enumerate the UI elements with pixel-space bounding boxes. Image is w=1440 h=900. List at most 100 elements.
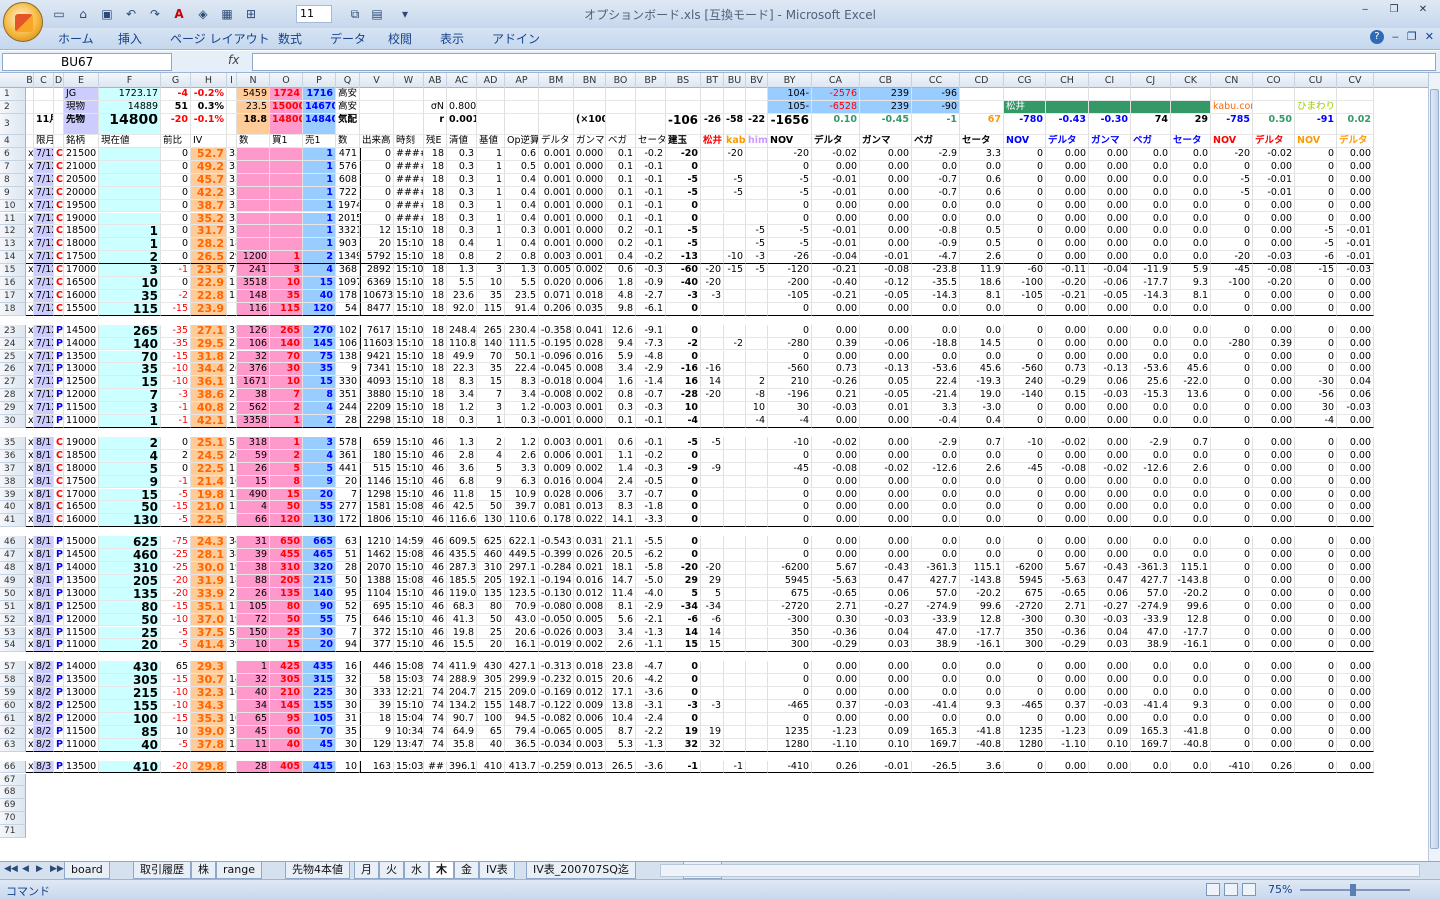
cell[interactable]: 0	[1295, 337, 1337, 351]
cell[interactable]: 0	[666, 536, 701, 550]
cell[interactable]: 0.006	[574, 712, 606, 726]
cell[interactable]: -0.26	[812, 376, 860, 390]
cell[interactable]	[960, 101, 1004, 114]
last-sheet-icon[interactable]: ▶▶	[50, 864, 64, 874]
cell[interactable]: 74	[424, 712, 447, 726]
cell[interactable]: -0.43	[1046, 114, 1089, 135]
fill-color-icon[interactable]: ◈	[192, 4, 214, 24]
cell[interactable]: 5	[701, 587, 724, 601]
cell[interactable]: 5.5	[505, 277, 539, 290]
cell[interactable]: 15:10	[394, 514, 424, 528]
cell[interactable]: -26	[701, 114, 724, 135]
cell[interactable]: 0	[666, 687, 701, 700]
column-header[interactable]: AP	[505, 73, 539, 88]
cell[interactable]: 0	[768, 536, 812, 550]
cell[interactable]: 0	[1295, 600, 1337, 614]
cell[interactable]: -6.2	[636, 549, 666, 562]
cell[interactable]: -0.003	[539, 402, 574, 415]
cell[interactable]: 39	[360, 700, 394, 713]
cell[interactable]: -1.23	[812, 725, 860, 739]
cell[interactable]: 18	[424, 160, 447, 174]
cell[interactable]: 0.00	[860, 661, 912, 675]
cell[interactable]: -0.02	[1046, 436, 1089, 450]
horizontal-scrollbar[interactable]	[660, 864, 1420, 877]
cell[interactable]: -280	[1211, 337, 1253, 351]
cell[interactable]	[746, 302, 768, 316]
cell[interactable]: 15:10	[394, 402, 424, 415]
cell[interactable]: 449.5	[505, 549, 539, 562]
cell[interactable]: 0.10	[860, 738, 912, 752]
row-header[interactable]: 61	[0, 712, 26, 726]
cell[interactable]: 15:10	[394, 238, 424, 252]
cell[interactable]: 0.0	[960, 549, 1004, 562]
cell[interactable]: 9.3	[1171, 700, 1211, 713]
cell[interactable]	[746, 186, 768, 200]
tab-page-layout[interactable]: ページ レイアウト	[170, 30, 270, 47]
cell[interactable]: x	[26, 514, 34, 528]
cell[interactable]: -15	[724, 264, 746, 277]
cell[interactable]: 0	[1211, 415, 1253, 428]
row-header[interactable]: 7	[0, 160, 26, 174]
cell[interactable]: デルタ	[812, 135, 860, 148]
cell[interactable]: 0	[1295, 626, 1337, 640]
cell[interactable]: x	[26, 562, 34, 575]
cell[interactable]: 1	[477, 160, 505, 174]
cell[interactable]	[724, 639, 746, 653]
cell[interactable]: -20	[1211, 251, 1253, 265]
cell[interactable]: デルタ	[1046, 135, 1089, 148]
cell[interactable]: 70	[303, 725, 336, 739]
cell[interactable]: 0.00	[1089, 350, 1131, 364]
cell[interactable]: 0.00	[860, 712, 912, 726]
cell[interactable]: 時刻	[394, 135, 424, 148]
cell[interactable]: 50	[99, 501, 161, 515]
cell[interactable]: -0.3	[636, 462, 666, 476]
cell[interactable]: 9	[477, 475, 505, 489]
cell[interactable]: 8/1	[34, 449, 54, 463]
cell[interactable]: P	[54, 415, 64, 428]
row-header[interactable]: 8	[0, 173, 26, 187]
column-header[interactable]: CB	[860, 73, 912, 88]
cell[interactable]: 1	[99, 238, 161, 252]
cell[interactable]	[237, 212, 270, 226]
cell[interactable]: 0.26	[1253, 760, 1295, 774]
cell[interactable]: 10	[477, 277, 505, 290]
cell[interactable]: -0.050	[539, 613, 574, 627]
cell[interactable]: -100	[1004, 277, 1046, 290]
cell[interactable]: -0.11	[1046, 264, 1089, 277]
cell[interactable]: 0.0	[1171, 148, 1211, 161]
cell[interactable]: -0.21	[1046, 289, 1089, 303]
cell[interactable]: 0.0	[912, 199, 960, 213]
cell[interactable]: 0.00	[860, 212, 912, 226]
cell[interactable]: 0.0	[1171, 674, 1211, 688]
cell[interactable]: 287.3	[447, 562, 477, 575]
cell[interactable]: 265	[270, 324, 303, 338]
cell[interactable]: -0.130	[539, 587, 574, 601]
cell[interactable]: -0.232	[539, 674, 574, 688]
cell[interactable]: 12	[360, 225, 394, 239]
cell[interactable]	[701, 449, 724, 463]
cell[interactable]: -140	[1004, 389, 1046, 403]
cell[interactable]: 140	[303, 587, 336, 601]
cell[interactable]	[505, 114, 539, 135]
cell[interactable]: 18	[424, 350, 447, 364]
cell[interactable]: 0.0	[912, 302, 960, 316]
cell[interactable]: 0.00	[1337, 449, 1374, 463]
cell[interactable]: -20.2	[960, 587, 1004, 601]
cell[interactable]: 13.8	[606, 700, 636, 713]
cell[interactable]: -0.034	[539, 738, 574, 752]
cell[interactable]: 0.00	[860, 687, 912, 700]
cell[interactable]: 9	[360, 725, 394, 739]
row-header[interactable]: 35	[0, 436, 26, 450]
cell[interactable]	[606, 88, 636, 101]
cell[interactable]: 163	[360, 760, 394, 774]
cell[interactable]: 0.00	[1046, 402, 1089, 415]
cell[interactable]: 30	[336, 700, 360, 713]
cell[interactable]: 0.6	[606, 436, 636, 450]
cell[interactable]: 35.3	[191, 712, 227, 726]
cell[interactable]: 0.00	[1337, 302, 1374, 316]
cell[interactable]: -4.7	[912, 251, 960, 265]
cell[interactable]: -0.5	[636, 475, 666, 489]
cell[interactable]: 94.5	[505, 712, 539, 726]
cell[interactable]: 3.7	[606, 488, 636, 502]
cell[interactable]: 45.6	[1171, 363, 1211, 377]
